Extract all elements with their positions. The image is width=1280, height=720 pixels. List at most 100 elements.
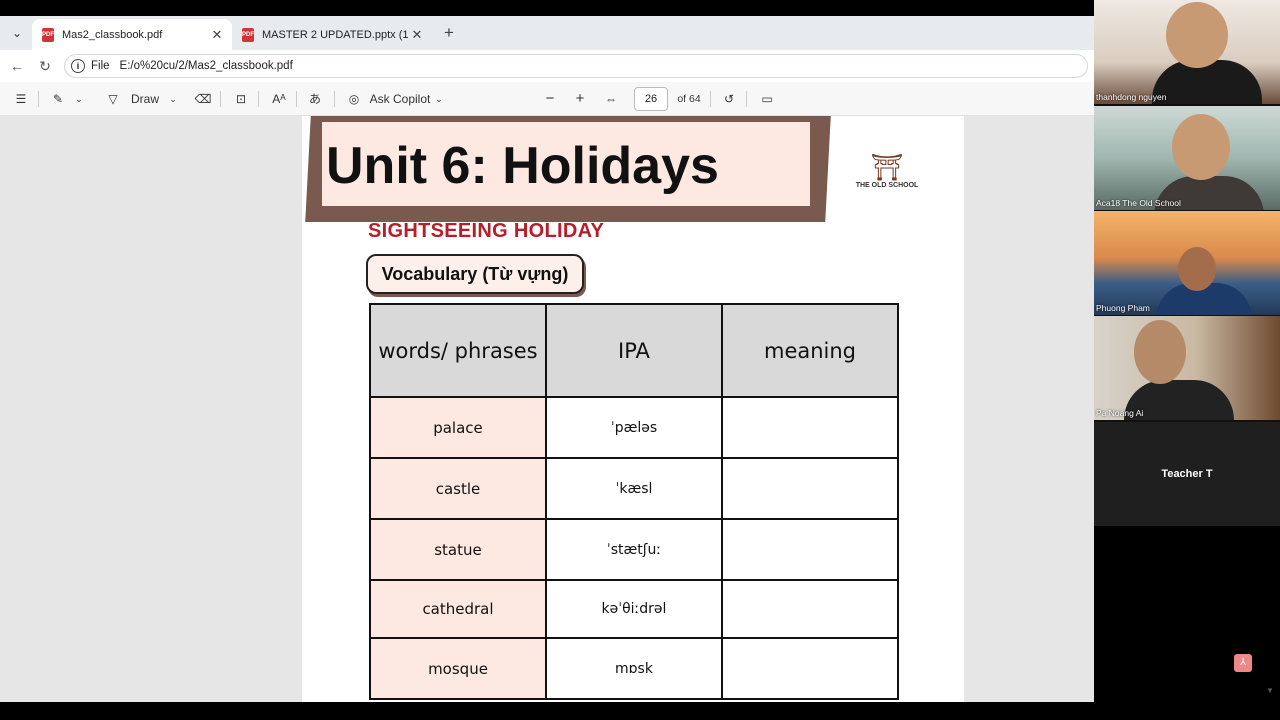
tab-master2-updated[interactable]: PDF MASTER 2 UPDATED.pptx (1).pdf ✕ bbox=[232, 19, 432, 50]
acrobat-icon[interactable]: ⅄ bbox=[1234, 654, 1252, 672]
fit-width-icon[interactable]: ⇔ bbox=[602, 90, 620, 108]
word-cell: palace bbox=[369, 396, 547, 459]
text-box-icon[interactable]: ⊡ bbox=[232, 90, 250, 108]
ipa-cell: mɒsk bbox=[545, 637, 723, 700]
site-info-icon[interactable]: i bbox=[71, 59, 85, 73]
ipa-cell: ˈkæsl bbox=[545, 457, 723, 520]
participant-tile[interactable]: Phuong Pham bbox=[1094, 211, 1280, 315]
pdf-file-icon: PDF bbox=[42, 27, 54, 42]
participant-video bbox=[1178, 247, 1216, 291]
section-subtitle: SIGHTSEEING HOLIDAY bbox=[368, 220, 605, 242]
new-tab-icon[interactable]: + bbox=[440, 24, 458, 42]
table-row: statue ˈstætʃuː bbox=[369, 518, 899, 581]
participant-name: Aca18 The Old School bbox=[1096, 198, 1181, 208]
table-row: mosque mɒsk bbox=[369, 637, 899, 700]
address-bar[interactable]: i File E:/o%20cu/2/Mas2_classbook.pdf bbox=[64, 54, 1088, 78]
tab-strip: ⌄ PDF Mas2_classbook.pdf ✕ PDF MASTER 2 … bbox=[0, 16, 1094, 50]
translate-icon[interactable]: あ bbox=[304, 90, 326, 108]
divider bbox=[258, 91, 259, 107]
participant-video bbox=[1134, 320, 1186, 384]
header-words: words/ phrases bbox=[369, 303, 547, 398]
page-total-label: of 64 bbox=[677, 93, 701, 105]
participant-name: Pa Noang Ai bbox=[1096, 408, 1144, 418]
read-aloud-icon[interactable]: Aᴬ bbox=[268, 90, 290, 108]
participant-name: thanhdong nguyen bbox=[1096, 92, 1167, 102]
ipa-cell: ˈpæləs bbox=[545, 396, 723, 459]
table-header-row: words/ phrases IPA meaning bbox=[369, 303, 899, 398]
school-logo-text: THE OLD SCHOOL bbox=[855, 182, 919, 189]
address-url: E:/o%20cu/2/Mas2_classbook.pdf bbox=[119, 60, 293, 72]
browser-window: ⌄ PDF Mas2_classbook.pdf ✕ PDF MASTER 2 … bbox=[0, 16, 1094, 702]
word-cell: mosque bbox=[369, 637, 547, 700]
word-cell: castle bbox=[369, 457, 547, 520]
chevron-down-icon[interactable]: ⌄ bbox=[166, 90, 180, 108]
ipa-cell: ˈstætʃuː bbox=[545, 518, 723, 581]
pdf-viewer-area[interactable]: Unit 6: Holidays ⛩ THE OLD SCHOOL SIGHTS… bbox=[0, 116, 1094, 702]
participant-video bbox=[1172, 114, 1230, 180]
table-row: palace ˈpæləs bbox=[369, 396, 899, 459]
address-scheme: File bbox=[91, 60, 110, 72]
divider bbox=[220, 91, 221, 107]
meaning-cell bbox=[721, 579, 899, 639]
pdf-page: Unit 6: Holidays ⛩ THE OLD SCHOOL SIGHTS… bbox=[302, 116, 964, 702]
tab-mas2-classbook[interactable]: PDF Mas2_classbook.pdf ✕ bbox=[32, 19, 232, 50]
header-meaning: meaning bbox=[721, 303, 899, 398]
participant-tile[interactable]: Aca18 The Old School bbox=[1094, 106, 1280, 210]
eraser-icon[interactable]: ⌫ bbox=[194, 90, 212, 108]
participant-tile[interactable]: thanhdong nguyen bbox=[1094, 0, 1280, 104]
participant-name: Teacher T bbox=[1161, 468, 1213, 480]
screen-top-bar bbox=[0, 0, 1280, 16]
school-logo-icon: ⛩ bbox=[870, 152, 904, 182]
divider bbox=[296, 91, 297, 107]
scroll-down-icon[interactable]: ▼ bbox=[1266, 686, 1274, 695]
rotate-icon[interactable]: ↺ bbox=[720, 90, 738, 108]
word-cell: statue bbox=[369, 518, 547, 581]
meaning-cell bbox=[721, 457, 899, 520]
table-row: castle ˈkæsl bbox=[369, 457, 899, 520]
participant-video bbox=[1152, 60, 1262, 104]
participant-tile[interactable]: Teacher T bbox=[1094, 422, 1280, 526]
meaning-cell bbox=[721, 518, 899, 581]
address-row: ← ↻ i File E:/o%20cu/2/Mas2_classbook.pd… bbox=[0, 50, 1094, 82]
ipa-cell: kəˈθiːdrəl bbox=[545, 579, 723, 639]
tab-list-chevron-icon[interactable]: ⌄ bbox=[6, 24, 28, 42]
divider bbox=[710, 91, 711, 107]
tab-title: MASTER 2 UPDATED.pptx (1).pdf bbox=[262, 28, 408, 41]
chevron-down-icon[interactable]: ⌄ bbox=[432, 90, 446, 108]
chevron-down-icon[interactable]: ⌄ bbox=[72, 90, 86, 108]
meaning-cell bbox=[721, 637, 899, 700]
divider bbox=[334, 91, 335, 107]
draw-icon[interactable]: ▽ bbox=[104, 90, 122, 108]
page-number-input[interactable]: 26 bbox=[634, 87, 668, 111]
school-logo: ⛩ THE OLD SCHOOL bbox=[850, 152, 924, 212]
back-icon[interactable]: ← bbox=[8, 57, 26, 75]
zoom-in-button[interactable]: + bbox=[572, 90, 588, 108]
participant-name: Phuong Pham bbox=[1096, 303, 1150, 313]
tab-close-icon[interactable]: ✕ bbox=[208, 27, 226, 43]
divider bbox=[38, 91, 39, 107]
video-participants-panel: thanhdong nguyen Aca18 The Old School Ph… bbox=[1094, 0, 1280, 526]
screen-bottom-bar bbox=[0, 702, 1280, 720]
tab-title: Mas2_classbook.pdf bbox=[62, 28, 163, 41]
ask-copilot-button[interactable]: Ask Copilot bbox=[368, 90, 432, 108]
pdf-toolbar: ☰ ✎ ⌄ ▽ Draw ⌄ ⌫ ⊡ Aᴬ あ ◎ Ask Copilot ⌄ … bbox=[0, 82, 1094, 116]
tab-close-icon[interactable]: ✕ bbox=[408, 27, 426, 43]
zoom-out-button[interactable]: − bbox=[542, 90, 558, 108]
header-ipa: IPA bbox=[545, 303, 723, 398]
pdf-file-icon: PDF bbox=[242, 27, 254, 42]
draw-button[interactable]: Draw bbox=[128, 90, 162, 108]
vocabulary-heading: Vocabulary (Từ vựng) bbox=[366, 254, 584, 294]
participant-tile[interactable]: Pa Noang Ai bbox=[1094, 316, 1280, 420]
copilot-icon[interactable]: ◎ bbox=[344, 90, 364, 108]
reload-icon[interactable]: ↻ bbox=[36, 57, 54, 75]
participant-video bbox=[1166, 2, 1228, 68]
highlight-icon[interactable]: ✎ bbox=[48, 90, 68, 108]
vocabulary-table: words/ phrases IPA meaning palace ˈpæləs… bbox=[369, 303, 899, 700]
unit-title: Unit 6: Holidays bbox=[326, 137, 719, 195]
table-row: cathedral kəˈθiːdrəl bbox=[369, 579, 899, 639]
meaning-cell bbox=[721, 396, 899, 459]
word-cell: cathedral bbox=[369, 579, 547, 639]
divider bbox=[746, 91, 747, 107]
page-view-icon[interactable]: ▭ bbox=[758, 90, 776, 108]
contents-list-icon[interactable]: ☰ bbox=[12, 90, 30, 108]
